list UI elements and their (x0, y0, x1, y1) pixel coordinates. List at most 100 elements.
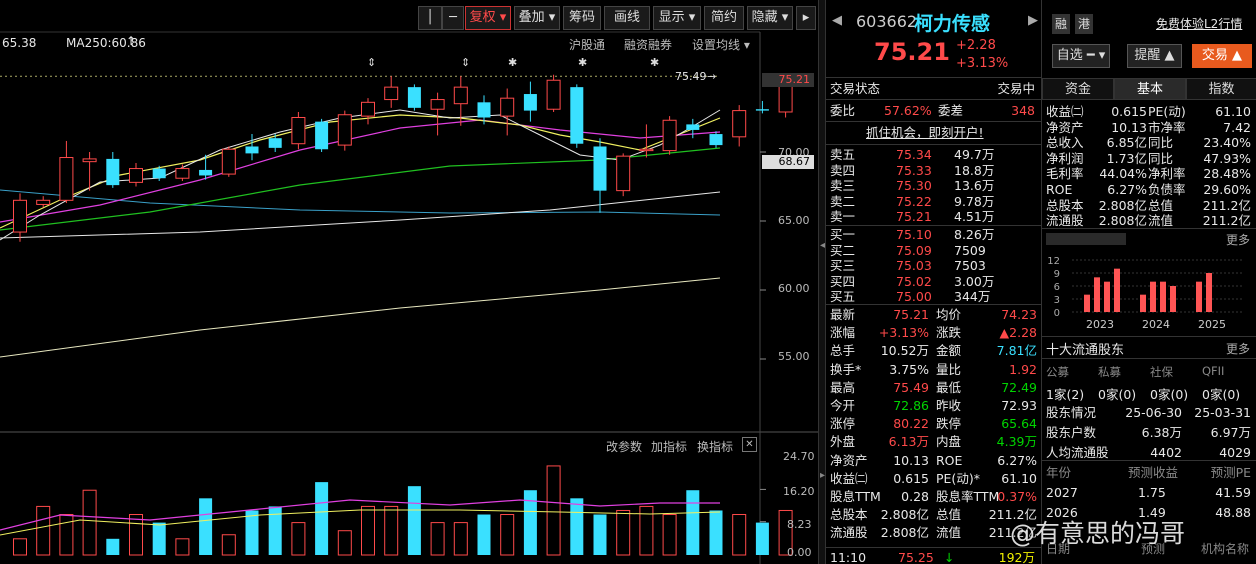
tab-basic[interactable]: 基本 (1114, 78, 1186, 100)
stat-value: 80.22 (893, 416, 929, 432)
hgt-link[interactable]: 沪股通 (569, 36, 605, 53)
stat-value: 2.808亿 (880, 507, 929, 523)
candle-body (570, 87, 584, 144)
simple-button[interactable]: 简约 (704, 6, 744, 30)
hk-connect-tag[interactable]: 港 (1075, 14, 1093, 34)
volume-bar (291, 522, 306, 556)
divider (826, 225, 1041, 226)
promo-banner[interactable]: 抓住机会，即刻开户! (826, 124, 1041, 142)
candle-body (755, 109, 769, 111)
prev-stock-icon[interactable]: ◀ (832, 13, 842, 28)
chart-more-link[interactable]: 更多 (1226, 231, 1250, 248)
stat-label: 流值 (936, 525, 962, 541)
holder-info-b: 4029 (1219, 445, 1251, 460)
zoom-out-button[interactable]: ─ (442, 6, 464, 30)
display-button[interactable]: 显示 ▾ (653, 6, 701, 30)
stat-value: 74.23 (1001, 307, 1037, 322)
stat-value: +3.13% (878, 325, 929, 341)
more-arrow-button[interactable]: ▸ (796, 6, 816, 30)
bar-chart-ytick: 6 (1054, 282, 1060, 293)
fund-label: 市净率 (1148, 119, 1186, 135)
arrow-up-icon: ↑ (126, 34, 137, 48)
stat-label: ROE (936, 452, 963, 468)
change-params-button[interactable]: 改参数 (606, 438, 642, 455)
candle-body (453, 86, 468, 105)
vol-tick-24: 24.70 (783, 450, 815, 463)
volume-bar (500, 514, 515, 556)
candle-body (36, 199, 51, 205)
earnings-bar (1150, 281, 1156, 312)
ma-settings-link[interactable]: 设置均线 ▾ (692, 36, 750, 53)
fund-value: 44.04% (1099, 166, 1147, 182)
volume-bar (616, 509, 631, 556)
candle-body (430, 99, 445, 110)
vol-ma5-line (0, 499, 720, 531)
stat-label: 今开 (830, 398, 856, 413)
fund-row: ROE 6.27% 负债率 29.60% (1042, 182, 1256, 198)
tab-funds[interactable]: 资金 (1042, 78, 1114, 100)
add-watchlist-button[interactable]: 自选 ━ ▾ (1052, 44, 1110, 68)
ask-volume: 9.78万 (954, 193, 995, 209)
bar-chart-ytick: 12 (1047, 256, 1060, 267)
free-l2-link[interactable]: 免费体验L2行情 (1156, 15, 1242, 32)
volume-bar (686, 490, 700, 555)
stat-label: 最高 (830, 379, 856, 395)
holder-info-a: 25-06-30 (1125, 405, 1182, 420)
forecast-head-year: 年份 (1046, 465, 1072, 480)
fund-label: 负债率 (1148, 182, 1186, 197)
fuquan-button[interactable]: 复权 ▾ (465, 6, 511, 30)
ask-label: 卖四 (830, 162, 856, 178)
stat-row: 涨停 80.22 跌停 65.64 (826, 415, 1041, 433)
rzrq-link[interactable]: 融资融券 (624, 36, 672, 53)
add-indicator-button[interactable]: 加指标 (651, 438, 687, 455)
margin-tag[interactable]: 融 (1052, 14, 1070, 34)
close-icon[interactable]: ✕ (742, 437, 757, 452)
promo-link[interactable]: 抓住机会，即刻开户! (866, 124, 984, 142)
kline-chart-svg[interactable]: → ⇕ ⇕ ✱ ✱ ✱ (0, 0, 818, 564)
fund-row: 收益㈡ 0.615 PE(动) 61.10 (1042, 104, 1256, 120)
chips-button[interactable]: 筹码 (563, 6, 601, 30)
volume-bar (709, 510, 723, 555)
trade-button[interactable]: 交易 ▲ (1192, 44, 1252, 68)
stat-value: 3.75% (889, 361, 929, 377)
fund-value: 211.2亿 (1202, 197, 1251, 213)
kline-chart-area[interactable]: → ⇕ ⇕ ✱ ✱ ✱ │ ─ 复权 ▾ 叠加 ▾ 筹码 画线 显示 ▾ 简约 隐藏 ▾ … (0, 0, 818, 564)
stat-value: 7.81亿 (996, 343, 1037, 359)
holders-more-link[interactable]: 更多 (1226, 340, 1250, 357)
ask-price: 75.30 (896, 178, 932, 193)
stat-row: 最高 75.49 最低 72.49 (826, 379, 1041, 397)
fund-value: 6.85亿 (1106, 135, 1147, 151)
fund-row: 净资产 10.13 市净率 7.42 (1042, 120, 1256, 136)
bid-label: 买三 (830, 258, 856, 273)
overlay-button[interactable]: 叠加 ▾ (514, 6, 560, 30)
collapse-right-icon[interactable]: ▸ (820, 470, 825, 481)
stat-label: 跌停 (936, 416, 962, 432)
bar-chart-ytick: 3 (1054, 295, 1060, 306)
stat-row: 流通股 2.808亿 流值 211.2亿 (826, 524, 1041, 542)
next-stock-icon[interactable]: ▶ (1028, 13, 1038, 28)
collapse-left-icon[interactable]: ◂ (820, 240, 825, 251)
minus-button[interactable]: │ (418, 6, 442, 30)
panel-splitter[interactable]: ◂ ▸ (818, 0, 826, 564)
stat-label: 流通股 (830, 525, 868, 541)
stat-value: 10.52万 (880, 343, 929, 359)
divider (826, 547, 1041, 548)
candle-body (175, 168, 190, 179)
vol-ma10-line (0, 509, 721, 536)
switch-indicator-button[interactable]: 换指标 (697, 438, 733, 455)
candle-body (13, 199, 27, 233)
holder-count: 0家(0) (1202, 387, 1241, 402)
candle-body (315, 121, 329, 150)
volume-bar (546, 465, 561, 556)
blurred-label (1046, 233, 1126, 245)
fund-value: 10.13 (1111, 119, 1147, 135)
tab-index[interactable]: 指数 (1186, 78, 1256, 100)
alert-button[interactable]: 提醒 ▲ (1127, 44, 1182, 68)
fund-label: 净利率 (1148, 166, 1186, 182)
fund-label: ROE (1046, 182, 1073, 197)
ask-price: 75.21 (896, 209, 932, 224)
hide-button[interactable]: 隐藏 ▾ (747, 6, 793, 30)
footer-inst: 机构名称 (1201, 542, 1250, 556)
stat-label: 外盘 (830, 434, 856, 450)
draw-line-button[interactable]: 画线 (604, 6, 650, 30)
